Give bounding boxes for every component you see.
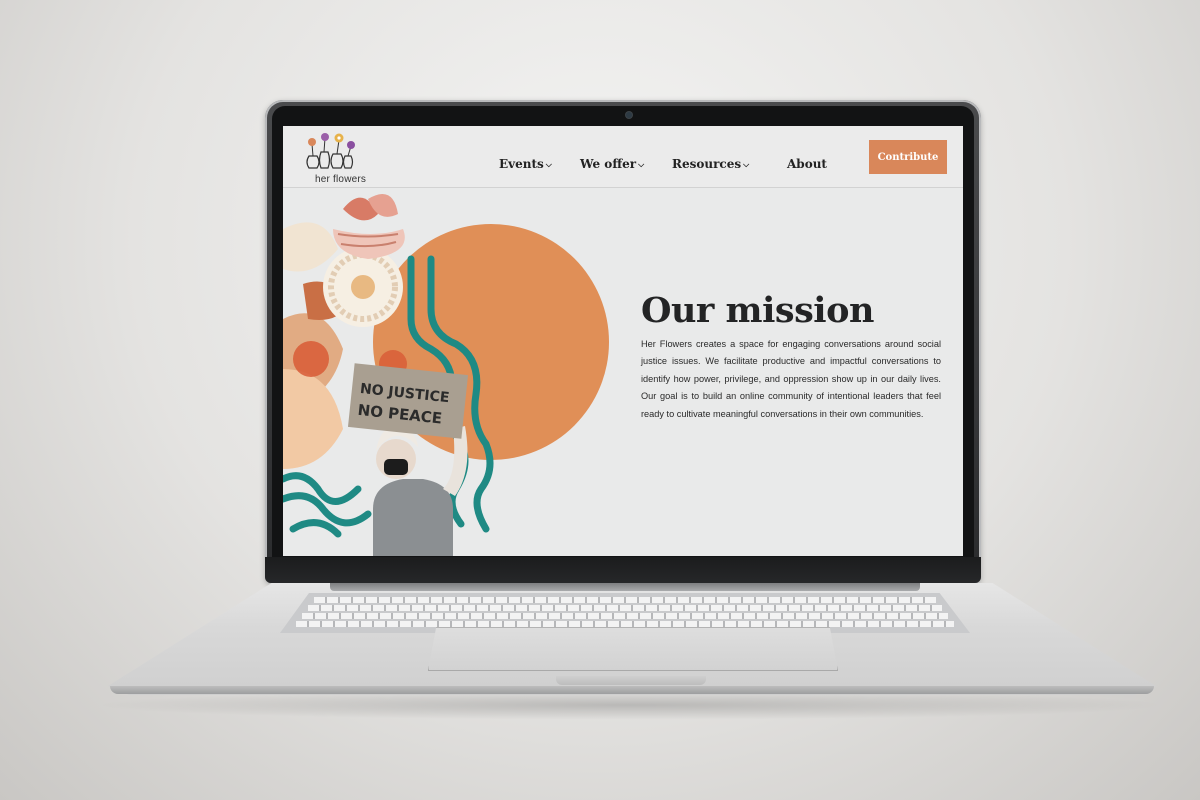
hero-collage-image: NO JUSTICE NO PEACE — [283, 189, 623, 556]
nav-item-events[interactable]: Events ⌵ — [499, 157, 552, 171]
trackpad-border — [428, 627, 838, 671]
laptop-hinge — [330, 583, 920, 591]
mission-heading: Our mission — [641, 290, 874, 331]
nav-item-label: Events — [499, 157, 544, 171]
laptop-notch — [556, 676, 706, 685]
nav-item-we-offer[interactable]: We offer ⌵ — [580, 157, 644, 171]
laptop-front-edge — [110, 686, 1154, 694]
nav-item-resources[interactable]: Resources ⌵ — [672, 157, 749, 171]
nav-item-label: About — [787, 157, 827, 171]
nav-item-label: Resources — [672, 157, 742, 171]
webcam-icon — [626, 112, 632, 118]
screen-chin — [265, 557, 981, 583]
site-logo[interactable]: her flowers — [297, 132, 377, 185]
chevron-down-icon: ⌵ — [545, 159, 552, 169]
key-row — [302, 613, 948, 619]
nav-item-about[interactable]: About — [787, 157, 827, 171]
chevron-down-icon: ⌵ — [743, 159, 750, 169]
website-screen: her flowers Events ⌵ We offer ⌵ Resources ⌵… — [283, 126, 963, 556]
contribute-button[interactable]: Contribute — [869, 140, 947, 174]
flower-vases-logo-icon — [306, 133, 355, 169]
logo-text: her flowers — [315, 174, 367, 185]
nav-item-label: We offer — [580, 157, 637, 171]
key-row — [296, 621, 954, 627]
protest-sign: NO JUSTICE NO PEACE — [347, 363, 469, 439]
key-row — [314, 597, 936, 603]
chevron-down-icon: ⌵ — [638, 159, 645, 169]
site-header: her flowers Events ⌵ We offer ⌵ Resources ⌵… — [283, 126, 963, 188]
pink-leaves-icon — [333, 194, 405, 259]
collage-illustration: NO JUSTICE NO PEACE — [283, 194, 609, 556]
key-row — [308, 605, 942, 611]
mission-paragraph: Her Flowers creates a space for engaging… — [641, 339, 941, 419]
